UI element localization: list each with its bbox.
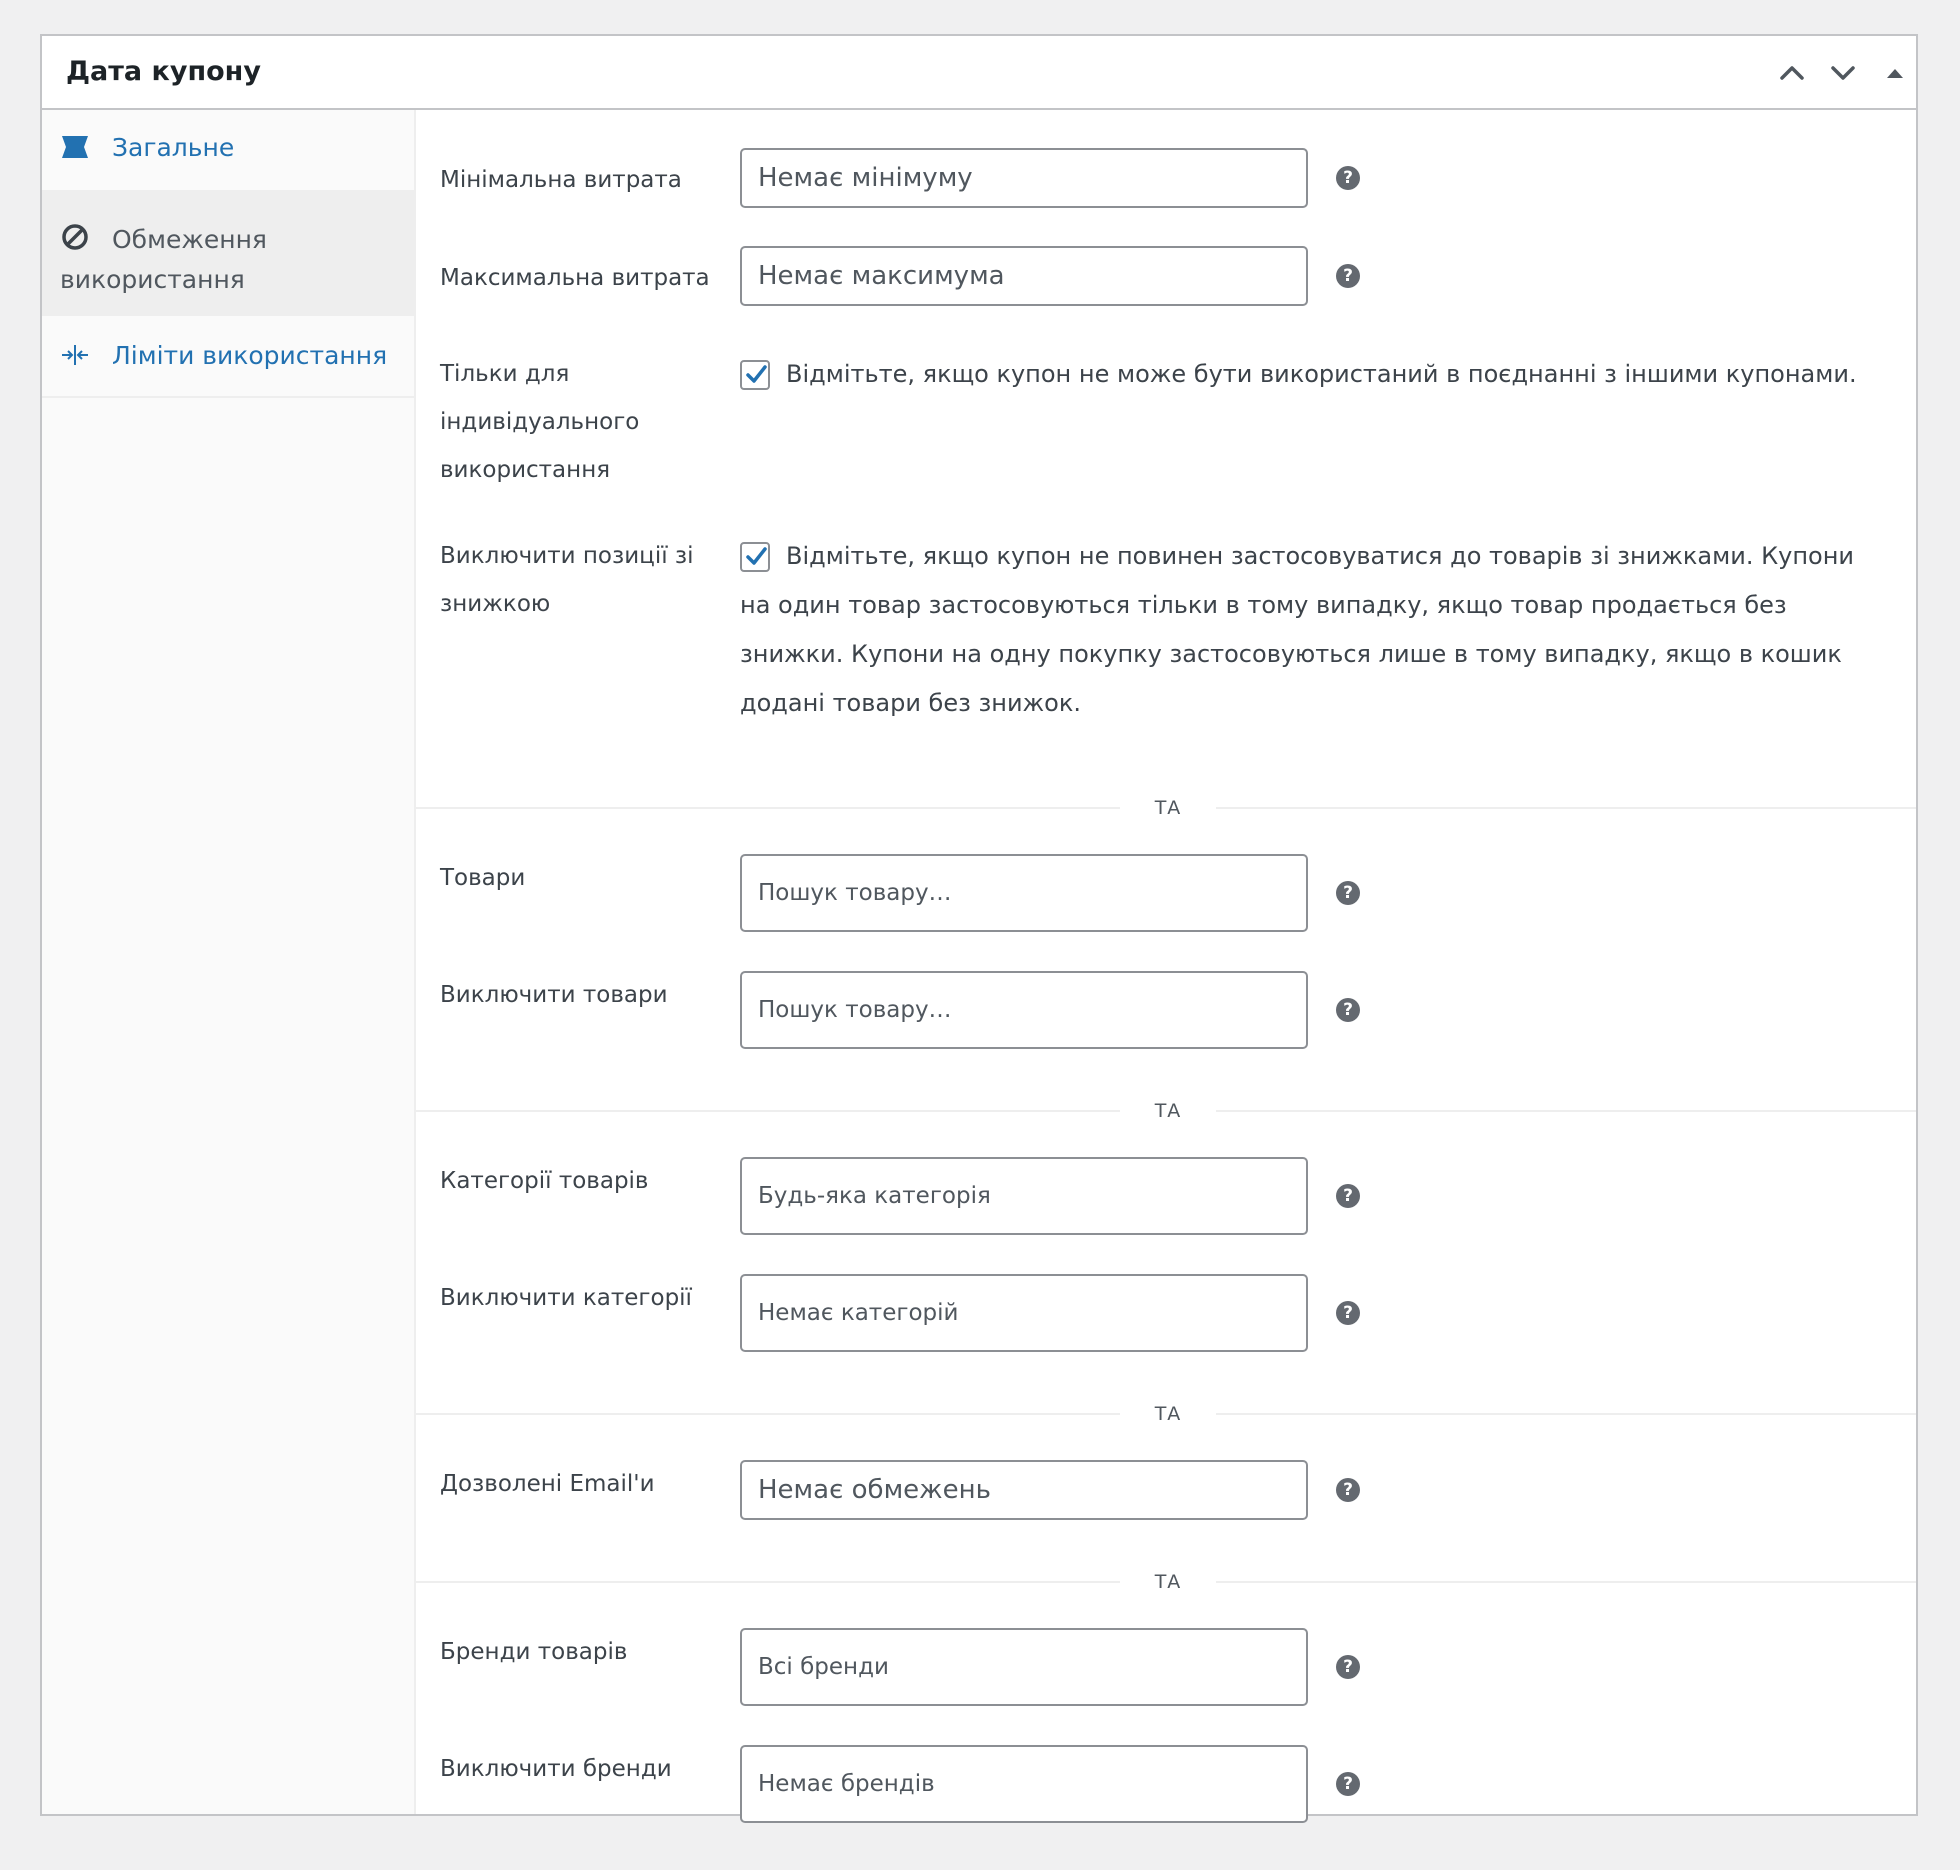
and-separator: ТА — [1120, 1402, 1216, 1426]
ticket-icon — [62, 136, 88, 158]
individual-use-label: Тільки для індивідуального використання — [440, 361, 640, 483]
coupon-data-panel: Дата купону Загальне Обмеження використа… — [40, 34, 1918, 1823]
toggle-panel-button[interactable] — [1875, 54, 1915, 90]
help-icon[interactable]: ? — [1336, 1772, 1360, 1796]
min-spend-label: Мінімальна витрата — [440, 167, 682, 193]
tab-general[interactable]: Загальне — [42, 110, 414, 192]
exclude-products-label: Виключити товари — [440, 982, 668, 1008]
and-separator: ТА — [1120, 1099, 1216, 1123]
exclude-sale-description: Відмітьте, якщо купон не повинен застосо… — [740, 542, 1854, 717]
help-icon[interactable]: ? — [1336, 1184, 1360, 1208]
help-icon[interactable]: ? — [1336, 998, 1360, 1022]
exclude-sale-label: Виключити позиції зі знижкою — [440, 543, 694, 617]
exclude-categories-select[interactable] — [740, 1274, 1308, 1352]
and-separator: ТА — [1120, 1570, 1216, 1594]
tab-usage-restriction-label: Обмеження використання — [60, 225, 267, 294]
usage-restriction-panel: Мінімальна витрата ? Максимальна витрата… — [416, 110, 1916, 1823]
chevron-up-icon — [1780, 66, 1804, 80]
allowed-emails-input[interactable] — [740, 1460, 1308, 1520]
tab-usage-restriction[interactable]: Обмеження використання — [42, 192, 414, 316]
categories-select[interactable] — [740, 1157, 1308, 1235]
move-down-button[interactable] — [1823, 54, 1863, 90]
tab-usage-limits-label: Ліміти використання — [112, 341, 388, 370]
exclude-brands-select[interactable] — [740, 1745, 1308, 1823]
triangle-up-icon — [1887, 69, 1903, 78]
exclude-brands-label: Виключити бренди — [440, 1756, 672, 1782]
panel-title: Дата купону — [66, 56, 261, 87]
categories-label: Категорії товарів — [440, 1168, 649, 1194]
arrows-in-icon — [62, 345, 88, 365]
exclude-categories-label: Виключити категорії — [440, 1285, 692, 1311]
help-icon[interactable]: ? — [1336, 1478, 1360, 1502]
min-spend-input[interactable] — [740, 148, 1308, 208]
tab-general-label: Загальне — [112, 133, 235, 162]
individual-use-description: Відмітьте, якщо купон не може бути викор… — [786, 360, 1857, 388]
and-separator: ТА — [1120, 796, 1216, 820]
tab-usage-limits[interactable]: Ліміти використання — [42, 316, 414, 398]
brands-select[interactable] — [740, 1628, 1308, 1706]
panel-header: Дата купону — [42, 36, 1916, 110]
help-icon[interactable]: ? — [1336, 1655, 1360, 1679]
products-search-input[interactable] — [740, 854, 1308, 932]
max-spend-label: Максимальна витрата — [440, 265, 710, 291]
move-up-button[interactable] — [1772, 54, 1812, 90]
help-icon[interactable]: ? — [1336, 166, 1360, 190]
exclude-products-search-input[interactable] — [740, 971, 1308, 1049]
chevron-down-icon — [1831, 66, 1855, 80]
help-icon[interactable]: ? — [1336, 1301, 1360, 1325]
max-spend-input[interactable] — [740, 246, 1308, 306]
brands-label: Бренди товарів — [440, 1639, 628, 1665]
emails-label: Дозволені Email'и — [440, 1471, 655, 1497]
coupon-tabs: Загальне Обмеження використання Ліміти в… — [42, 110, 416, 1814]
help-icon[interactable]: ? — [1336, 881, 1360, 905]
help-icon[interactable]: ? — [1336, 264, 1360, 288]
products-label: Товари — [440, 865, 526, 891]
